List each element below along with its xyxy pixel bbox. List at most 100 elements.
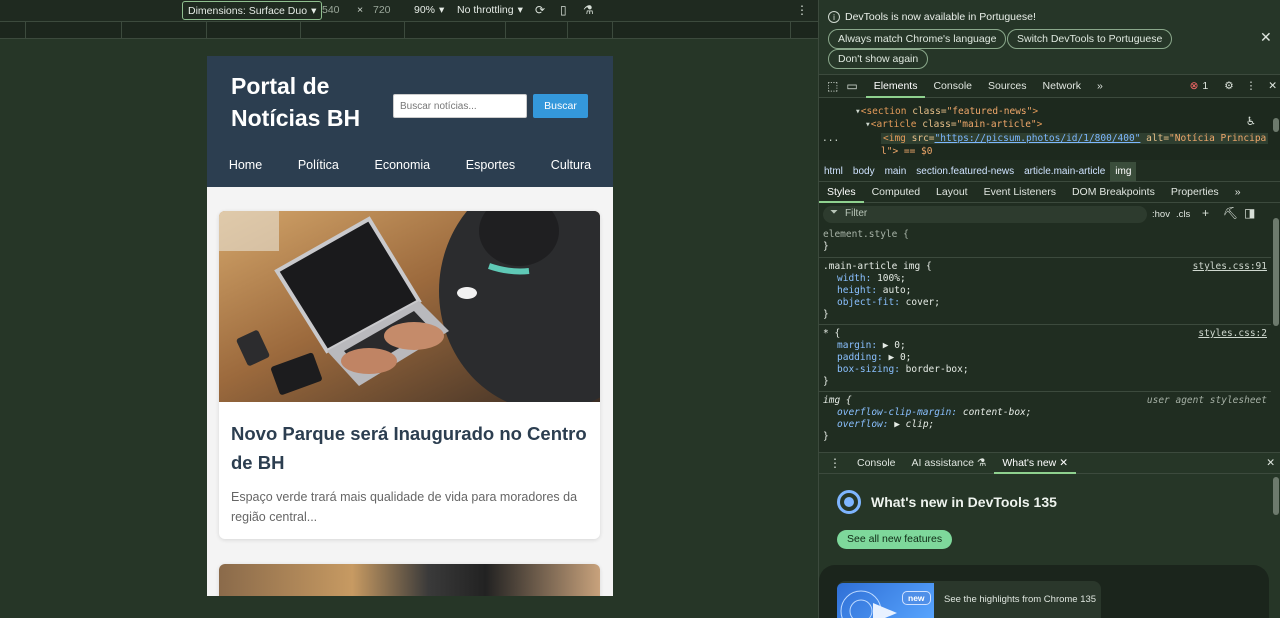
nav-economia[interactable]: Economia (375, 158, 431, 172)
scrollbar[interactable] (1273, 218, 1279, 326)
breadcrumb-html[interactable]: html (819, 162, 848, 181)
nav-cultura[interactable]: Cultura (551, 158, 591, 172)
breadcrumb-section[interactable]: section.featured-news (911, 162, 1019, 181)
accessibility-icon[interactable]: ♿ (1247, 114, 1255, 129)
user-agent-img-rule[interactable]: img { user agent stylesheet overflow-cli… (823, 395, 1267, 443)
bottom-drawer: ⋮ Console AI assistance ⚗ What's new ✕ ✕… (819, 452, 1280, 618)
source-link[interactable]: styles.css:91 (1193, 261, 1267, 273)
breadcrumb-article[interactable]: article.main-article (1019, 162, 1110, 181)
tab-styles[interactable]: Styles (819, 182, 864, 203)
drawer-tab-console[interactable]: Console (849, 453, 904, 473)
more-tabs-icon[interactable]: » (1227, 182, 1249, 202)
dom-node-article[interactable]: ▾<article class="main-article"> (865, 119, 1042, 130)
drawer-menu-icon[interactable]: ⋮ (819, 456, 849, 470)
throttling-dropdown[interactable]: No throttling ▾ (457, 4, 523, 16)
tab-dom-breakpoints[interactable]: DOM Breakpoints (1064, 182, 1163, 202)
scrollbar[interactable] (1273, 118, 1279, 132)
zoom-label: 90% (414, 4, 436, 16)
new-rule-plus-icon[interactable]: + (1202, 206, 1209, 220)
close-icon: ✕ (1059, 457, 1069, 469)
breadcrumb-main[interactable]: main (880, 162, 912, 181)
close-drawer-icon[interactable]: ✕ (1266, 457, 1280, 469)
drawer-tab-ai-assistance[interactable]: AI assistance ⚗ (904, 453, 995, 473)
times-icon: × (357, 4, 364, 16)
throttling-label: No throttling (457, 4, 514, 16)
nav-esportes[interactable]: Esportes (466, 158, 515, 172)
search-input[interactable] (393, 94, 527, 118)
dual-screen-icon[interactable]: ▯ (560, 3, 567, 17)
dom-node-img[interactable]: <img src="https://picsum.photos/id/1/800… (881, 133, 1269, 144)
dimensions-label: Dimensions: Surface Duo (188, 4, 308, 17)
chrome-devtools-logo-icon (837, 490, 861, 514)
main-article[interactable]: Novo Parque será Inaugurado no Centro de… (219, 211, 600, 539)
close-icon[interactable]: ✕ (1260, 29, 1272, 46)
device-toggle-icon[interactable]: ▭ (844, 79, 865, 93)
height-input[interactable]: 720 (373, 4, 391, 16)
universal-rule[interactable]: * { styles.css:2 margin: ▶ 0; padding: ▶… (823, 328, 1267, 388)
breadcrumb: html body main section.featured-news art… (819, 162, 1280, 182)
article-photo (219, 564, 600, 596)
breadcrumb-body[interactable]: body (848, 162, 880, 181)
settings-gear-icon[interactable]: ⚙ (1224, 80, 1233, 92)
flask-icon: ⚗ (976, 457, 987, 469)
rotate-icon[interactable]: ⟳ (535, 3, 545, 17)
always-match-language-button[interactable]: Always match Chrome's language (828, 29, 1007, 49)
chevron-down-icon: ▾ (439, 4, 445, 16)
hov-toggle[interactable]: :hov (1152, 209, 1170, 220)
switch-language-button[interactable]: Switch DevTools to Portuguese (1007, 29, 1173, 49)
drawer-tab-whats-new[interactable]: What's new ✕ (994, 453, 1076, 474)
dom-node-section[interactable]: ▾<section class="featured-news"> (855, 106, 1038, 117)
source-link[interactable]: styles.css:2 (1198, 328, 1267, 340)
sensors-flask-icon[interactable]: ⚗ (583, 3, 594, 17)
scrollbar[interactable] (1273, 477, 1279, 515)
new-badge: new (902, 591, 931, 605)
styles-filter-input[interactable]: ⏷ Filter (823, 206, 1147, 223)
tab-console[interactable]: Console (925, 75, 980, 97)
dont-show-again-button[interactable]: Don't show again (828, 49, 929, 69)
article-photo (219, 211, 600, 402)
article-title[interactable]: Novo Parque será Inaugurado no Centro de… (231, 419, 591, 477)
tab-computed[interactable]: Computed (864, 182, 928, 202)
error-count: 1 (1202, 80, 1209, 92)
close-devtools-icon[interactable]: ✕ (1268, 80, 1277, 92)
ruler (0, 22, 818, 39)
search-button[interactable]: Buscar (533, 94, 588, 118)
tab-properties[interactable]: Properties (1163, 182, 1227, 202)
paint-brush-icon[interactable]: ⛏ (1223, 206, 1238, 220)
more-tabs-icon[interactable]: » (1089, 75, 1111, 97)
cls-toggle[interactable]: .cls (1176, 209, 1190, 220)
see-all-features-button[interactable]: See all new features (837, 530, 953, 549)
inspect-element-icon[interactable]: ⬚ (819, 79, 844, 93)
site-header: Portal de Notícias BH Buscar Home Políti… (207, 56, 613, 187)
secondary-article[interactable] (219, 564, 600, 596)
main-tabbar: ⬚ ▭ Elements Console Sources Network » ⊗… (819, 75, 1280, 98)
tab-sources[interactable]: Sources (980, 75, 1035, 97)
styles-pane: element.style { } .main-article img { st… (819, 227, 1271, 450)
nav-home[interactable]: Home (229, 158, 262, 172)
laptop-photo-illustration (219, 211, 600, 402)
article-excerpt: Espaço verde trará mais qualidade de vid… (231, 490, 578, 524)
highlights-text[interactable]: See the highlights from Chrome 135 (944, 594, 1096, 605)
main-article-img-rule[interactable]: .main-article img { styles.css:91 width:… (823, 261, 1267, 321)
dom-tree: ▾<section class="featured-news"> ▾<artic… (819, 98, 1280, 160)
whats-new-title: What's new in DevTools 135 (871, 494, 1057, 510)
sidebar-toggle-icon[interactable]: ◨ (1244, 206, 1255, 220)
width-input[interactable]: 540 (322, 4, 340, 16)
tab-elements[interactable]: Elements (865, 75, 926, 98)
error-icon[interactable]: ⊗ (1190, 80, 1199, 92)
nav-politica[interactable]: Política (298, 158, 339, 172)
breadcrumb-img[interactable]: img (1110, 162, 1137, 181)
tab-event-listeners[interactable]: Event Listeners (976, 182, 1064, 202)
zoom-dropdown[interactable]: 90% ▾ (414, 4, 444, 16)
styles-tabbar: Styles Computed Layout Event Listeners D… (819, 182, 1280, 203)
user-agent-label: user agent stylesheet (1146, 395, 1267, 406)
device-toolbar: Dimensions: Surface Duo ▾ 540 × 720 90% ▾… (0, 0, 818, 22)
more-options-icon[interactable]: ⋮ (1246, 80, 1257, 92)
infobar-message: DevTools is now available in Portuguese! (845, 11, 1036, 23)
dimensions-dropdown[interactable]: Dimensions: Surface Duo ▾ (182, 1, 323, 20)
element-style-rule[interactable]: element.style { } (823, 229, 1267, 253)
tab-network[interactable]: Network (1035, 75, 1090, 97)
tab-layout[interactable]: Layout (928, 182, 976, 202)
dom-ellipsis[interactable]: ... (822, 133, 839, 144)
more-options-icon[interactable]: ⋮ (796, 3, 808, 17)
